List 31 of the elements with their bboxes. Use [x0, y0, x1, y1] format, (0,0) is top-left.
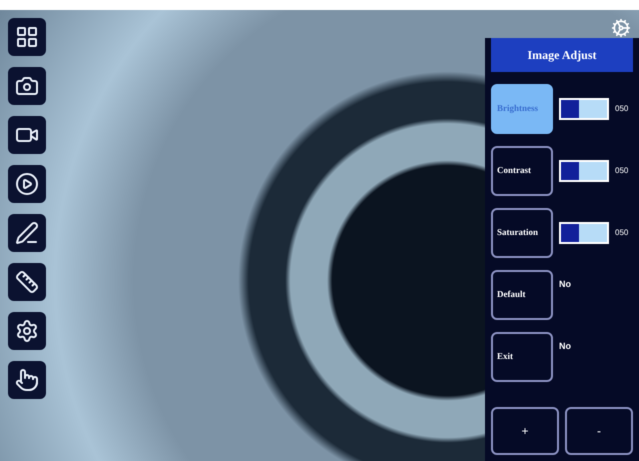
toolbar-button[interactable]	[8, 116, 46, 154]
play-icon	[15, 172, 39, 196]
hand-pointer-icon	[15, 368, 39, 392]
slider-value: 050	[615, 227, 628, 239]
option-value: No	[559, 340, 571, 353]
toolbar-button[interactable]	[8, 67, 46, 105]
grid-icon	[15, 25, 39, 49]
toolbar-button[interactable]	[8, 165, 46, 203]
slider-track[interactable]	[559, 222, 609, 244]
panel-title: Image Adjust	[491, 38, 633, 72]
slider-track[interactable]	[559, 98, 609, 120]
setting-button[interactable]: Saturation	[491, 208, 553, 258]
camera-icon	[15, 74, 39, 98]
step-button[interactable]: -	[565, 407, 633, 455]
toolbar-button[interactable]	[8, 361, 46, 399]
step-button[interactable]: +	[491, 407, 559, 455]
ruler-icon	[15, 270, 39, 294]
setting-button[interactable]: Default	[491, 270, 553, 320]
gear-icon	[611, 18, 631, 38]
toolbar-button[interactable]	[8, 263, 46, 301]
setting-button[interactable]: Exit	[491, 332, 553, 382]
slider-value: 050	[615, 103, 628, 115]
slider-value: 050	[615, 165, 628, 177]
toolbar-button[interactable]	[8, 214, 46, 252]
option-value: No	[559, 278, 571, 291]
settings-icon	[15, 319, 39, 343]
pen-icon	[15, 221, 39, 245]
slider-track[interactable]	[559, 160, 609, 182]
setting-button[interactable]: Contrast	[491, 146, 553, 196]
toolbar-button[interactable]	[8, 18, 46, 56]
toolbar-button[interactable]	[8, 312, 46, 350]
